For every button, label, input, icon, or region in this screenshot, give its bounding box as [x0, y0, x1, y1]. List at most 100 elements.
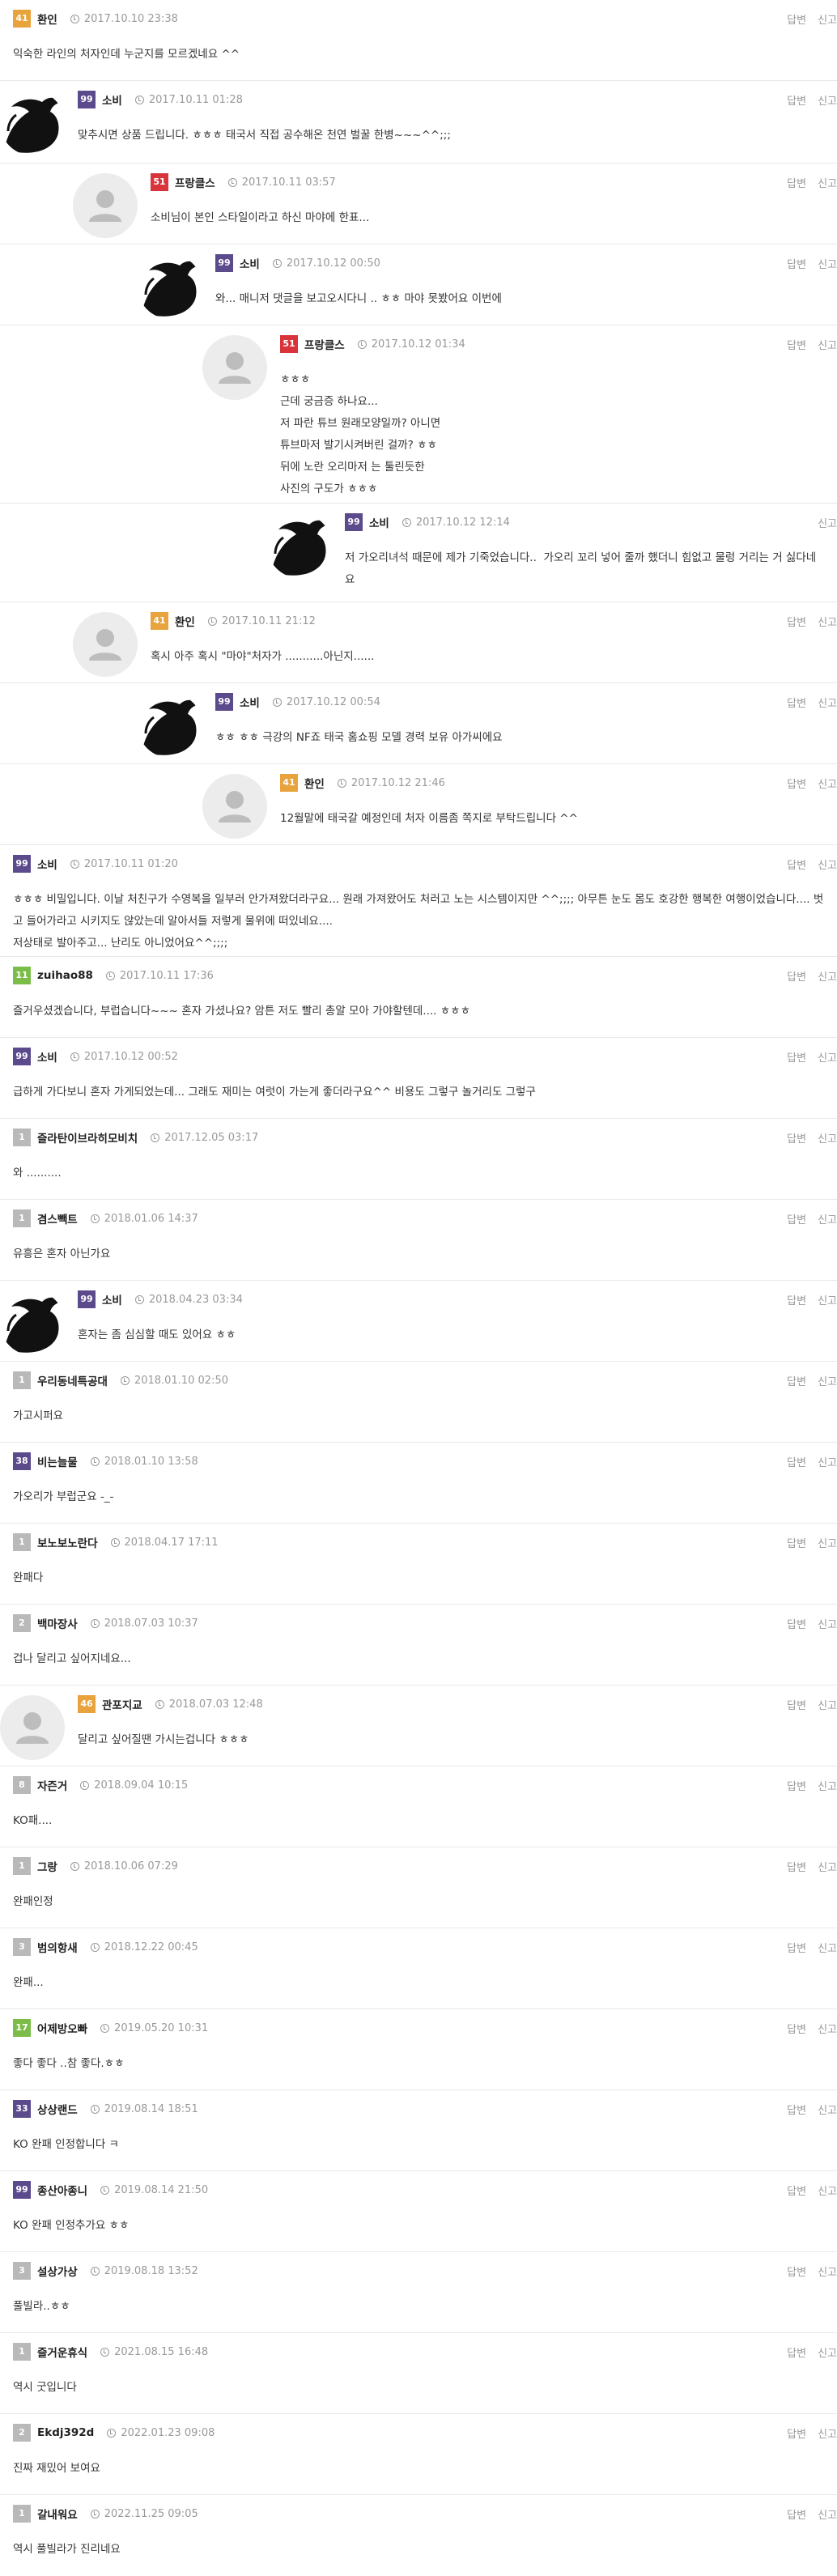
report-button[interactable]: 신고 — [818, 2264, 837, 2279]
level-badge: 51 — [280, 335, 298, 353]
author-name[interactable]: 갈내워요 — [37, 2506, 78, 2522]
reply-button[interactable]: 답변 — [787, 857, 806, 872]
report-button[interactable]: 신고 — [818, 11, 837, 27]
author-name[interactable]: 범의항새 — [37, 1939, 78, 1955]
report-button[interactable]: 신고 — [818, 1049, 837, 1065]
report-button[interactable]: 신고 — [818, 2344, 837, 2360]
comment-date: 2018.01.06 14:37 — [90, 1213, 198, 1225]
author-name[interactable]: 백마장사 — [37, 1615, 78, 1631]
author-name[interactable]: 소비 — [240, 694, 260, 710]
report-button[interactable]: 신고 — [818, 1859, 837, 1874]
report-button[interactable]: 신고 — [818, 1454, 837, 1469]
comment-item: 99 소비 2017.10.12 00:50 답변 신고 와... 매니저 댓글을 보고오… — [0, 244, 837, 325]
reply-button[interactable]: 답변 — [787, 1049, 806, 1065]
reply-button[interactable]: 답변 — [787, 2425, 806, 2441]
reply-button[interactable]: 답변 — [787, 1697, 806, 1712]
report-button[interactable]: 신고 — [818, 1778, 837, 1793]
report-button[interactable]: 신고 — [818, 337, 837, 352]
author-name[interactable]: zuihao88 — [37, 969, 93, 982]
report-button[interactable]: 신고 — [818, 968, 837, 984]
author-name[interactable]: 우리동네특공대 — [37, 1372, 108, 1388]
comment-date-text: 2018.01.10 13:58 — [104, 1455, 198, 1468]
author-name[interactable]: 보노보노란다 — [37, 1534, 98, 1550]
report-button[interactable]: 신고 — [818, 695, 837, 710]
reply-button[interactable]: 답변 — [787, 337, 806, 352]
author-name[interactable]: 비는늘물 — [37, 1453, 78, 1469]
report-button[interactable]: 신고 — [818, 1697, 837, 1712]
report-button[interactable]: 신고 — [818, 1130, 837, 1146]
reply-button[interactable]: 답변 — [787, 1211, 806, 1226]
reply-button[interactable]: 답변 — [787, 614, 806, 629]
author-name[interactable]: 환인 — [37, 11, 57, 27]
author-name[interactable]: 환인 — [175, 613, 195, 629]
reply-button[interactable]: 답변 — [787, 1859, 806, 1874]
author-name[interactable]: Ekdj392d — [37, 2426, 94, 2439]
author-name[interactable]: 소비 — [37, 1048, 57, 1065]
author-name[interactable]: 상상랜드 — [37, 2101, 78, 2117]
author-name[interactable]: 소비 — [240, 255, 260, 271]
reply-button[interactable]: 답변 — [787, 1616, 806, 1631]
reply-button[interactable]: 답변 — [787, 776, 806, 791]
author-name[interactable]: 종산아종니 — [37, 2182, 87, 2198]
author-name[interactable]: 자즌거 — [37, 1777, 67, 1793]
author-name[interactable]: 그랑 — [37, 1858, 57, 1874]
level-badge: 1 — [13, 1129, 31, 1146]
reply-button[interactable]: 답변 — [787, 1454, 806, 1469]
reply-button[interactable]: 답변 — [787, 2264, 806, 2279]
reply-button[interactable]: 답변 — [787, 92, 806, 108]
report-button[interactable]: 신고 — [818, 1940, 837, 1955]
report-button[interactable]: 신고 — [818, 2506, 837, 2522]
reply-button[interactable]: 답변 — [787, 2506, 806, 2522]
author-name[interactable]: 관포지교 — [102, 1696, 142, 1712]
report-button[interactable]: 신고 — [818, 515, 837, 530]
reply-button[interactable]: 답변 — [787, 968, 806, 984]
reply-button[interactable]: 답변 — [787, 695, 806, 710]
author-name[interactable]: 겸스빽트 — [37, 1210, 78, 1226]
report-button[interactable]: 신고 — [818, 614, 837, 629]
author-name[interactable]: 즐라탄이브라히모비치 — [37, 1129, 138, 1146]
reply-button[interactable]: 답변 — [787, 256, 806, 271]
report-button[interactable]: 신고 — [818, 1616, 837, 1631]
reply-button[interactable]: 답변 — [787, 1292, 806, 1307]
author-name[interactable]: 환인 — [304, 775, 325, 791]
report-button[interactable]: 신고 — [818, 2102, 837, 2117]
author-name[interactable]: 즐거운휴식 — [37, 2344, 87, 2360]
report-button[interactable]: 신고 — [818, 175, 837, 190]
reply-button[interactable]: 답변 — [787, 2344, 806, 2360]
author-name[interactable]: 프랑클스 — [175, 174, 215, 190]
report-button[interactable]: 신고 — [818, 776, 837, 791]
report-button[interactable]: 신고 — [818, 256, 837, 271]
reply-button[interactable]: 답변 — [787, 175, 806, 190]
report-button[interactable]: 신고 — [818, 1292, 837, 1307]
comment-header: 41 환인 2017.10.12 21:46 답변 신고 — [280, 774, 837, 792]
reply-button[interactable]: 답변 — [787, 2183, 806, 2198]
report-button[interactable]: 신고 — [818, 1211, 837, 1226]
reply-button[interactable]: 답변 — [787, 1940, 806, 1955]
comment-header: 46 관포지교 2018.07.03 12:48 답변 신고 — [78, 1695, 837, 1713]
reply-button[interactable]: 답변 — [787, 2021, 806, 2036]
report-button[interactable]: 신고 — [818, 1535, 837, 1550]
reply-button[interactable]: 답변 — [787, 1535, 806, 1550]
author-name[interactable]: 소비 — [102, 1291, 122, 1307]
comment-actions: 답변 신고 — [787, 2181, 837, 2199]
report-button[interactable]: 신고 — [818, 92, 837, 108]
report-button[interactable]: 신고 — [818, 2183, 837, 2198]
author-name[interactable]: 어제방오빠 — [37, 2020, 87, 2036]
comment-header: 11 zuihao88 2017.10.11 17:36 답변 신고 — [13, 967, 837, 984]
reply-button[interactable]: 답변 — [787, 11, 806, 27]
reply-button[interactable]: 답변 — [787, 1373, 806, 1388]
author-name[interactable]: 프랑클스 — [304, 336, 345, 352]
comment-actions: 답변 신고 — [787, 1533, 837, 1551]
report-button[interactable]: 신고 — [818, 857, 837, 872]
report-button[interactable]: 신고 — [818, 1373, 837, 1388]
author-name[interactable]: 소비 — [37, 856, 57, 872]
report-button[interactable]: 신고 — [818, 2425, 837, 2441]
report-button[interactable]: 신고 — [818, 2021, 837, 2036]
reply-button[interactable]: 답변 — [787, 2102, 806, 2117]
author-name[interactable]: 소비 — [102, 91, 122, 108]
comment-actions: 답변 신고 — [787, 2505, 837, 2523]
author-name[interactable]: 소비 — [369, 514, 389, 530]
reply-button[interactable]: 답변 — [787, 1130, 806, 1146]
reply-button[interactable]: 답변 — [787, 1778, 806, 1793]
author-name[interactable]: 설상가상 — [37, 2263, 78, 2279]
